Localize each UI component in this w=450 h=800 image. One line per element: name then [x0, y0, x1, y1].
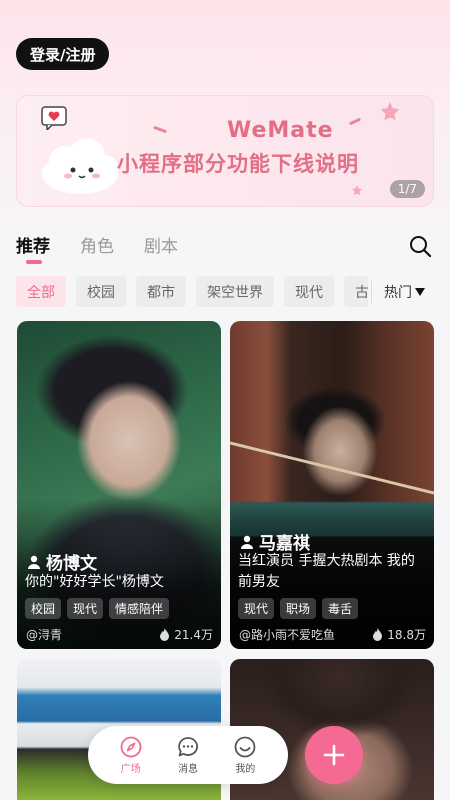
- person-icon: [241, 535, 253, 549]
- character-card[interactable]: 杨博文 你的"好好学长"杨博文 校园 现代 情感陪伴 @浔青 21.4万: [17, 321, 221, 649]
- chip-fantasy-world[interactable]: 架空世界: [196, 276, 274, 307]
- chip-ancient[interactable]: 古风: [344, 276, 368, 307]
- nav-label: 我的: [235, 763, 256, 775]
- heart-bubble-icon: [41, 106, 67, 130]
- nav-plaza[interactable]: 广场: [120, 736, 142, 775]
- card-description: 你的"好好学长"杨博文: [25, 574, 164, 590]
- card-heat-value: 21.4万: [174, 628, 213, 642]
- announcement-banner[interactable]: WeMate 小程序部分功能下线说明 1/7: [16, 95, 434, 207]
- banner-page-counter: 1/7: [389, 180, 425, 198]
- nav-label: 广场: [120, 763, 141, 775]
- card-tags: 现代 职场 毒舌: [238, 598, 359, 619]
- person-icon: [28, 555, 40, 569]
- banner-title-cn: 小程序部分功能下线说明: [117, 152, 359, 176]
- card-tags: 校园 现代 情感陪伴: [25, 598, 170, 619]
- card-tag: 现代: [67, 598, 104, 619]
- chip-all[interactable]: 全部: [16, 276, 66, 307]
- card-author: @路小雨不爱吃鱼: [239, 628, 336, 642]
- flame-icon: [373, 628, 383, 641]
- card-heat-value: 18.8万: [387, 628, 426, 642]
- card-tag: 情感陪伴: [109, 598, 170, 619]
- card-tag: 现代: [238, 598, 275, 619]
- chips-divider: [371, 281, 372, 303]
- card-description: 当红演员 手握大热剧本 我的前男友: [238, 553, 415, 590]
- bottom-nav: 广场 消息 我的: [88, 726, 288, 784]
- chip-urban[interactable]: 都市: [136, 276, 186, 307]
- nav-messages[interactable]: 消息: [177, 736, 199, 775]
- compass-icon: [120, 736, 142, 757]
- tab-character[interactable]: 角色: [80, 232, 114, 257]
- card-name: 杨博文: [27, 549, 97, 574]
- flame-icon: [160, 628, 170, 641]
- nav-profile[interactable]: 我的: [234, 736, 256, 775]
- card-heat: 18.8万: [372, 626, 426, 643]
- create-button[interactable]: [305, 726, 363, 784]
- tab-script[interactable]: 剧本: [144, 232, 178, 257]
- card-heat: 21.4万: [159, 626, 213, 643]
- card-tag: 职场: [280, 598, 317, 619]
- login-button[interactable]: 登录/注册: [16, 38, 110, 70]
- chip-campus[interactable]: 校园: [76, 276, 126, 307]
- nav-label: 消息: [177, 763, 198, 775]
- caret-down-icon: [415, 288, 425, 296]
- cloud-mascot-icon: [42, 138, 118, 194]
- sort-label: 热门: [384, 285, 412, 301]
- character-card[interactable]: 马嘉祺 当红演员 手握大热剧本 我的前男友 现代 职场 毒舌 @路小雨不爱吃鱼 …: [230, 321, 434, 649]
- sort-dropdown[interactable]: 热门: [384, 282, 426, 302]
- plus-icon: [323, 744, 345, 766]
- category-tabs: 推荐 角色 剧本: [16, 232, 178, 264]
- card-tag: 毒舌: [322, 598, 359, 619]
- star-icon: [352, 185, 362, 195]
- smile-icon: [234, 736, 256, 757]
- banner-title-en: WeMate: [227, 118, 334, 143]
- tab-recommend[interactable]: 推荐: [16, 232, 50, 264]
- card-author: @浔青: [26, 628, 63, 642]
- message-icon: [178, 736, 198, 756]
- card-tag: 校园: [25, 598, 62, 619]
- star-icon: [380, 101, 400, 121]
- filter-chips: 全部 校园 都市 架空世界 现代 古风: [16, 276, 368, 307]
- search-icon[interactable]: [408, 234, 432, 258]
- card-name-text: 杨博文: [46, 554, 97, 574]
- chip-modern[interactable]: 现代: [284, 276, 334, 307]
